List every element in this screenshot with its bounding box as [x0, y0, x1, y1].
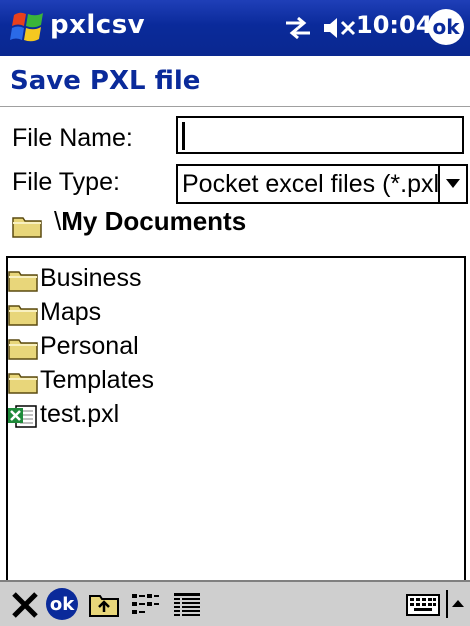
- list-view-icon[interactable]: [130, 588, 160, 620]
- list-item[interactable]: Maps: [8, 296, 308, 328]
- path-folder-name: My Documents: [61, 206, 247, 236]
- file-type-select[interactable]: Pocket excel files (*.pxl): [176, 164, 468, 204]
- sip-arrow-icon[interactable]: [444, 588, 466, 620]
- ok-toolbar-button[interactable]: ok: [46, 588, 78, 620]
- text-caret: [182, 122, 185, 150]
- title-divider: [0, 106, 470, 107]
- windows-start-flag-icon[interactable]: [10, 9, 46, 47]
- ok-button-label: ok: [432, 15, 460, 39]
- dialog-title: Save PXL file: [10, 66, 201, 96]
- dropdown-arrow-icon[interactable]: [438, 166, 466, 202]
- list-item[interactable]: Business: [8, 262, 308, 294]
- list-item-label: Templates: [40, 366, 154, 394]
- title-bar: pxlcsv 10:04 ok: [0, 0, 470, 56]
- file-type-value: Pocket excel files (*.pxl): [182, 170, 448, 198]
- list-item-label: Maps: [40, 298, 102, 326]
- keyboard-icon[interactable]: [406, 588, 442, 620]
- ok-toolbar-label: ok: [49, 593, 75, 615]
- list-item-label: Business: [40, 264, 142, 292]
- path-text: \My Documents: [54, 206, 246, 237]
- excel-file-icon: [8, 405, 37, 428]
- clock[interactable]: 10:04: [356, 11, 432, 39]
- details-view-icon[interactable]: [172, 588, 202, 620]
- folder-icon: [8, 271, 38, 292]
- file-type-label: File Type:: [12, 168, 120, 196]
- list-item[interactable]: test.pxl: [8, 398, 308, 430]
- delete-x-icon[interactable]: [10, 588, 40, 620]
- file-name-label: File Name:: [12, 124, 133, 152]
- ok-button[interactable]: ok: [428, 9, 464, 45]
- file-name-input[interactable]: [176, 116, 464, 154]
- folder-icon: [8, 373, 38, 394]
- file-list[interactable]: Business Maps Personal Templates test.px…: [6, 256, 466, 580]
- list-item-label: Personal: [40, 332, 139, 360]
- volume-muted-icon[interactable]: [322, 16, 356, 40]
- list-item[interactable]: Templates: [8, 364, 308, 396]
- folder-icon: [8, 305, 38, 326]
- connectivity-icon[interactable]: [282, 16, 314, 40]
- list-item-label: test.pxl: [40, 400, 120, 428]
- up-folder-icon[interactable]: [88, 588, 120, 620]
- folder-icon: [8, 339, 38, 360]
- app-title: pxlcsv: [50, 10, 146, 40]
- list-item[interactable]: Personal: [8, 330, 308, 362]
- bottom-toolbar: ok: [0, 580, 470, 626]
- folder-icon: [12, 217, 42, 238]
